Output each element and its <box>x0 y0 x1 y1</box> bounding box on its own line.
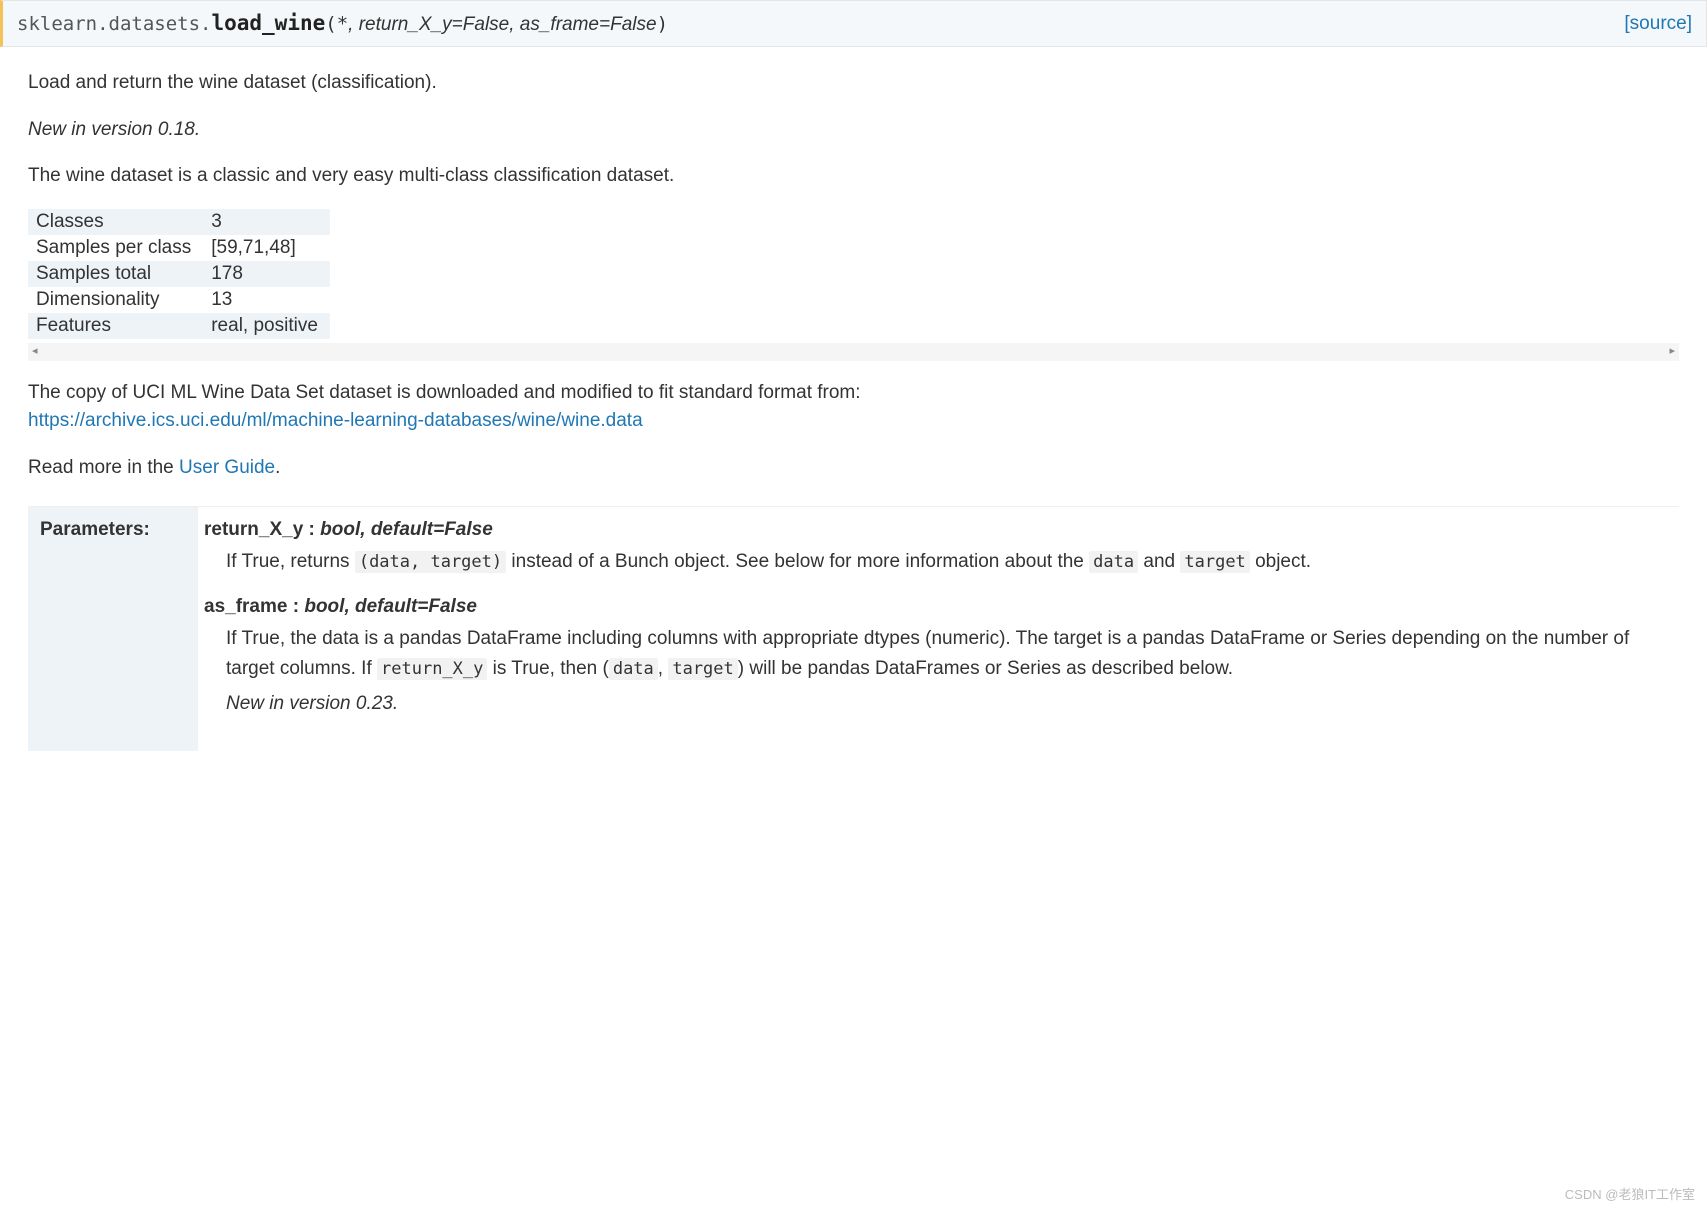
source-prefix: The copy of UCI ML Wine Data Set dataset… <box>28 382 861 403</box>
table-row: Features real, positive <box>28 313 330 339</box>
param-description: If True, the data is a pandas DataFrame … <box>226 624 1675 683</box>
intro-text: Load and return the wine dataset (classi… <box>28 69 1679 98</box>
cell-val: 178 <box>203 261 330 287</box>
source-link[interactable]: [source] <box>1624 13 1692 35</box>
code-literal: target <box>668 658 737 680</box>
table-row: Dimensionality 13 <box>28 287 330 313</box>
doc-body: Load and return the wine dataset (classi… <box>0 47 1707 751</box>
parameters-list: return_X_y : bool, default=False If True… <box>198 507 1679 751</box>
text: and <box>1138 551 1180 572</box>
param-description: If True, returns (data, target) instead … <box>226 547 1675 576</box>
dataset-source-link[interactable]: https://archive.ics.uci.edu/ml/machine-l… <box>28 410 643 431</box>
scroll-left-icon[interactable]: ◂ <box>32 344 38 357</box>
scroll-right-icon[interactable]: ▸ <box>1669 344 1675 357</box>
text: instead of a Bunch object. See below for… <box>506 551 1089 572</box>
description-text: The wine dataset is a classic and very e… <box>28 162 1679 191</box>
watermark: CSDN @老狼IT工作室 <box>1565 1184 1695 1203</box>
param-heading: return_X_y : bool, default=False <box>204 519 1675 541</box>
cell-key: Samples total <box>28 261 203 287</box>
param-type: bool, default=False <box>304 596 477 617</box>
param-type: bool, default=False <box>320 519 493 540</box>
code-literal: target <box>1180 551 1249 573</box>
cell-val: 13 <box>203 287 330 313</box>
param-colon: : <box>287 596 304 617</box>
param-sep: , <box>509 14 520 35</box>
read-more-suffix: . <box>275 457 280 478</box>
param-heading: as_frame : bool, default=False <box>204 596 1675 618</box>
paren-open: ( <box>325 13 336 35</box>
cell-val: 3 <box>203 209 330 235</box>
horizontal-scrollbar[interactable]: ◂ ▸ <box>28 343 1679 361</box>
text: is True, then ( <box>487 658 608 679</box>
version-added: New in version 0.23. <box>226 689 1675 718</box>
paren-close: ) <box>657 13 668 35</box>
text: object. <box>1250 551 1311 572</box>
text: ) will be pandas DataFrames or Series as… <box>738 658 1233 679</box>
code-literal: (data, target) <box>355 551 506 573</box>
cell-key: Features <box>28 313 203 339</box>
cell-val: [59,71,48] <box>203 235 330 261</box>
function-name: load_wine <box>211 11 325 35</box>
table-row: Samples per class [59,71,48] <box>28 235 330 261</box>
star-arg: * <box>337 13 348 35</box>
cell-val: real, positive <box>203 313 330 339</box>
module-path: sklearn.datasets. <box>17 13 211 35</box>
param-name: return_X_y <box>204 519 303 540</box>
param-as-frame-block: as_frame : bool, default=False If True, … <box>204 596 1675 718</box>
param-return-x-y-block: return_X_y : bool, default=False If True… <box>204 519 1675 576</box>
parameters-section: Parameters: return_X_y : bool, default=F… <box>28 506 1679 751</box>
function-signature: sklearn.datasets.load_wine(*, return_X_y… <box>0 0 1707 47</box>
parameters-heading: Parameters: <box>28 507 198 751</box>
user-guide-link[interactable]: User Guide <box>179 457 275 478</box>
cell-key: Classes <box>28 209 203 235</box>
table-row: Samples total 178 <box>28 261 330 287</box>
user-guide-text: Read more in the User Guide. <box>28 454 1679 483</box>
cell-key: Samples per class <box>28 235 203 261</box>
text: , <box>658 658 669 679</box>
text: If True, returns <box>226 551 355 572</box>
param-colon: : <box>303 519 320 540</box>
cell-key: Dimensionality <box>28 287 203 313</box>
signature-text: sklearn.datasets.load_wine(*, return_X_y… <box>17 11 668 36</box>
code-literal: data <box>609 658 658 680</box>
param-sep: , <box>348 14 359 35</box>
read-more-prefix: Read more in the <box>28 457 179 478</box>
param-as-frame: as_frame=False <box>520 14 657 35</box>
version-added: New in version 0.18. <box>28 116 1679 145</box>
param-name: as_frame <box>204 596 287 617</box>
code-literal: return_X_y <box>377 658 487 680</box>
dataset-source-text: The copy of UCI ML Wine Data Set dataset… <box>28 379 1679 436</box>
table-row: Classes 3 <box>28 209 330 235</box>
code-literal: data <box>1089 551 1138 573</box>
param-return-x-y: return_X_y=False <box>359 14 510 35</box>
dataset-summary-table: Classes 3 Samples per class [59,71,48] S… <box>28 209 330 339</box>
